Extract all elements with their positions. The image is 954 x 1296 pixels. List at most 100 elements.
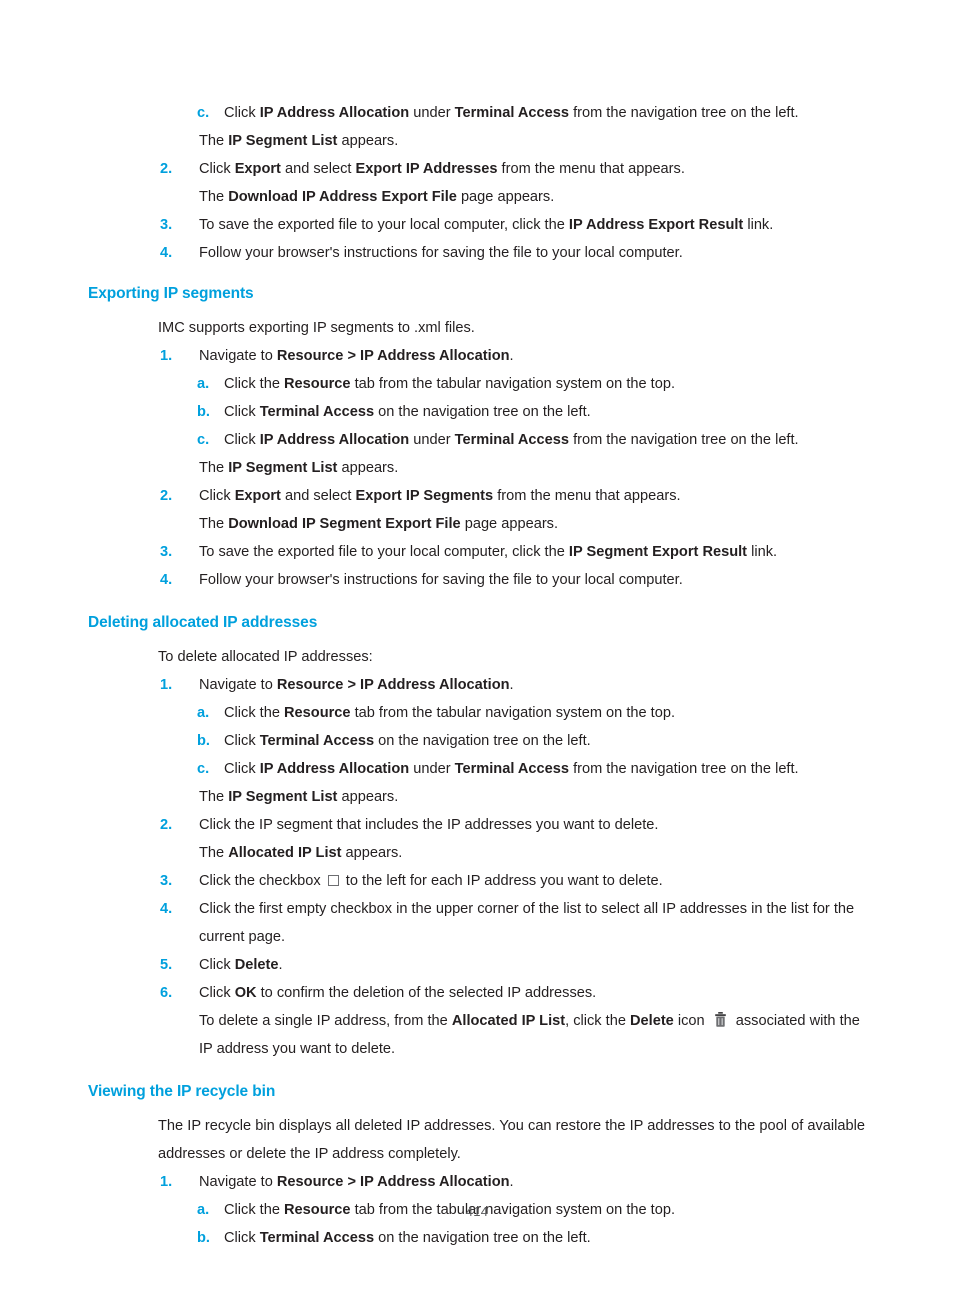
list-item: a. Click the Resource tab from the tabul… xyxy=(0,699,954,727)
text-run: Navigate to xyxy=(199,348,277,364)
text-run: . xyxy=(509,348,514,364)
section-intro: IMC supports exporting IP segments to .x… xyxy=(158,320,475,336)
text-emphasis: IP Segment List xyxy=(228,789,338,805)
text-run: Click xyxy=(199,488,235,504)
list-item-text: To save the exported file to your local … xyxy=(199,544,777,560)
result-text: The Allocated IP List appears. xyxy=(0,839,954,867)
list-marker: c. xyxy=(197,761,210,777)
list-item: 2. Click the IP segment that includes th… xyxy=(0,811,954,839)
text-emphasis: IP Address Allocation xyxy=(259,761,410,777)
list-item-text: Click OK to confirm the deletion of the … xyxy=(199,985,596,1001)
list-item-text: Click Terminal Access on the navigation … xyxy=(224,404,591,420)
text-run: to confirm the deletion of the selected … xyxy=(256,985,597,1001)
list-item: c. Click IP Address Allocation under Ter… xyxy=(0,755,954,783)
list-marker: 4. xyxy=(160,245,173,261)
list-item: b. Click Terminal Access on the navigati… xyxy=(0,727,954,755)
list-marker: 2. xyxy=(160,161,173,177)
text-run: page appears. xyxy=(456,189,555,205)
text-emphasis: Download IP Address Export File xyxy=(228,189,457,205)
list-item-text: Click Delete. xyxy=(199,957,283,973)
result-text: The IP Segment List appears. xyxy=(0,127,954,155)
text-run: and select xyxy=(280,488,356,504)
text-emphasis: OK xyxy=(234,985,257,1001)
list-item: 1. Navigate to Resource > IP Address All… xyxy=(0,342,954,370)
list-marker: b. xyxy=(197,404,210,420)
text-run: appears. xyxy=(337,133,399,149)
text-run: Click xyxy=(199,957,235,973)
text-run: . xyxy=(278,957,283,973)
result-text: The IP Segment List appears. xyxy=(0,783,954,811)
section-heading-viewing-the-ip-recycle-bin: Viewing the IP recycle bin xyxy=(88,1083,276,1100)
result-text: The Download IP Address Export File page… xyxy=(0,183,954,211)
list-item: 4. Follow your browser's instructions fo… xyxy=(0,239,954,267)
list-marker: 3. xyxy=(160,544,173,560)
text-emphasis: Terminal Access xyxy=(454,432,570,448)
document-page: c. Click IP Address Allocation under Ter… xyxy=(0,0,954,1296)
page-number: 414 xyxy=(465,1204,489,1219)
text-emphasis: IP Address Export Result xyxy=(568,217,744,233)
text-run: Navigate to xyxy=(199,1174,277,1190)
section-heading-exporting-ip-segments: Exporting IP segments xyxy=(88,285,254,302)
text-emphasis: Terminal Access xyxy=(259,1230,375,1246)
text-run: from the navigation tree on the left. xyxy=(569,105,799,121)
text-run: tab from the tabular navigation system o… xyxy=(350,376,676,392)
text-run: Click xyxy=(224,1230,260,1246)
text-run: Click xyxy=(224,761,260,777)
list-item: 5. Click Delete. xyxy=(0,951,954,979)
list-marker: 3. xyxy=(160,873,173,889)
text-run: Click xyxy=(224,404,260,420)
text-emphasis: Terminal Access xyxy=(454,105,570,121)
page-content: c. Click IP Address Allocation under Ter… xyxy=(0,0,954,1252)
list-item: c. Click IP Address Allocation under Ter… xyxy=(0,426,954,454)
section-heading-deleting-allocated-ip-addresses: Deleting allocated IP addresses xyxy=(88,614,318,631)
text-run: under xyxy=(409,105,455,121)
result-text: The Download IP Segment Export File page… xyxy=(0,510,954,538)
checkbox-icon xyxy=(327,875,339,886)
list-item: 1. Navigate to Resource > IP Address All… xyxy=(0,671,954,699)
text-run: To delete a single IP address, from the xyxy=(199,1013,452,1029)
text-emphasis: Download IP Segment Export File xyxy=(228,516,461,532)
text-emphasis: Delete xyxy=(630,1013,674,1029)
text-emphasis: Terminal Access xyxy=(454,761,570,777)
text-emphasis: Export IP Addresses xyxy=(355,161,498,177)
text-emphasis: Delete xyxy=(234,957,279,973)
list-item: b. Click Terminal Access on the navigati… xyxy=(0,1224,954,1252)
text-run: page appears. xyxy=(460,516,559,532)
list-item-text: Click Terminal Access on the navigation … xyxy=(224,733,591,749)
list-marker: b. xyxy=(197,1230,210,1246)
text-run: Click the checkbox xyxy=(199,873,325,889)
list-item: 1. Navigate to Resource > IP Address All… xyxy=(0,1168,954,1196)
text-run: The xyxy=(199,460,229,476)
list-item: c. Click IP Address Allocation under Ter… xyxy=(0,99,954,127)
list-item-text: Follow your browser's instructions for s… xyxy=(199,245,683,261)
text-run: from the navigation tree on the left. xyxy=(569,761,799,777)
list-item-text: Follow your browser's instructions for s… xyxy=(199,572,683,588)
page-footer: 414 xyxy=(0,1204,954,1219)
result-text: The IP Segment List appears. xyxy=(0,454,954,482)
list-marker: 3. xyxy=(160,217,173,233)
list-item: 3. Click the checkbox to the left for ea… xyxy=(0,867,954,895)
text-run: The xyxy=(199,133,229,149)
list-item: 2. Click Export and select Export IP Add… xyxy=(0,155,954,183)
text-run: and select xyxy=(280,161,356,177)
list-item-text: Click the Resource tab from the tabular … xyxy=(224,376,675,392)
text-emphasis: Export IP Segments xyxy=(355,488,494,504)
note-text: To delete a single IP address, from the … xyxy=(0,1007,954,1063)
text-run: Click xyxy=(199,985,235,1001)
list-marker: a. xyxy=(197,705,210,721)
text-run: Click xyxy=(224,733,260,749)
list-marker: 4. xyxy=(160,572,173,588)
list-item-text: Navigate to Resource > IP Address Alloca… xyxy=(199,1174,514,1190)
list-marker: 1. xyxy=(160,1174,173,1190)
text-run: icon xyxy=(673,1013,709,1029)
text-run: under xyxy=(409,761,455,777)
text-run: under xyxy=(409,432,455,448)
text-run: appears. xyxy=(337,460,399,476)
list-item-text: Click Terminal Access on the navigation … xyxy=(224,1230,591,1246)
text-run: Click xyxy=(199,161,235,177)
list-marker: c. xyxy=(197,432,210,448)
list-item: 3. To save the exported file to your loc… xyxy=(0,211,954,239)
list-item-text: Click the Resource tab from the tabular … xyxy=(224,705,675,721)
list-item-text: Click IP Address Allocation under Termin… xyxy=(224,432,799,448)
text-run: Click xyxy=(224,432,260,448)
